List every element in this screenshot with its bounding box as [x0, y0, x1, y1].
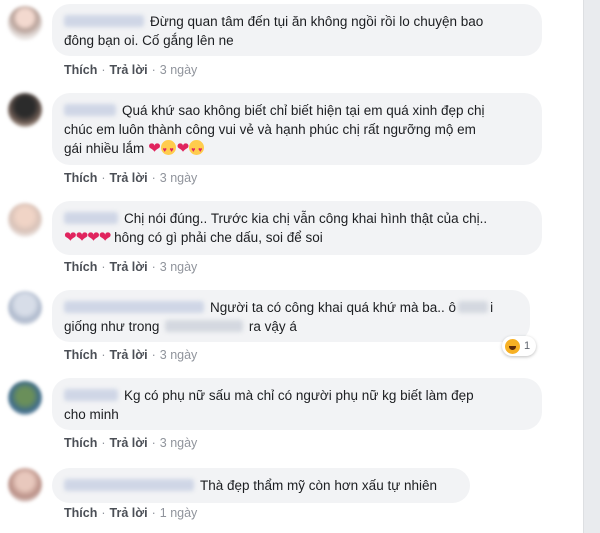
separator: · [151, 436, 156, 450]
comment-text-line: Người ta có công khai quá khứ mà ba.. ô [210, 300, 457, 315]
comment-text-line: đông bạn oi. Cố gắng lên ne [64, 33, 234, 48]
comment-actions: Thích · Trả lời · 3 ngày [64, 171, 197, 185]
reply-link[interactable]: Trả lời [110, 348, 148, 362]
avatar[interactable] [8, 291, 42, 325]
comment-timestamp[interactable]: 3 ngày [160, 436, 198, 450]
comment-text-line: Quá khứ sao không biết chỉ biết hiện tại… [122, 103, 485, 118]
comment-text-line: hông có gì phải che dấu, soi để soi [114, 230, 323, 245]
comment-text-line: giống như trong [64, 319, 160, 334]
separator: · [151, 63, 156, 77]
comment-text-line: Chị nói đúng.. Trước kia chị vẫn công kh… [124, 211, 488, 226]
comment-actions: Thích · Trả lời · 3 ngày [64, 63, 197, 77]
comment-text-line: gái nhiều lắm [64, 141, 145, 156]
comment-bubble: Quá khứ sao không biết chỉ biết hiện tại… [52, 93, 542, 165]
like-link[interactable]: Thích [64, 506, 97, 520]
reaction-count: 1 [524, 340, 531, 352]
author-name-blurred[interactable] [64, 104, 116, 116]
avatar[interactable] [8, 93, 42, 127]
like-link[interactable]: Thích [64, 260, 97, 274]
comment-timestamp[interactable]: 3 ngày [160, 348, 198, 362]
heart-icon: ❤ [176, 140, 190, 157]
heart-eyes-emoji-icon [160, 140, 176, 160]
reply-link[interactable]: Trả lời [110, 436, 148, 450]
reply-link[interactable]: Trả lời [110, 63, 148, 77]
heart-icon: ❤ [148, 140, 161, 157]
redacted-text [458, 301, 489, 313]
comment-bubble: Người ta có công khai quá khứ mà ba.. ô i… [52, 290, 530, 342]
author-name-blurred[interactable] [64, 15, 144, 27]
avatar[interactable] [8, 468, 42, 502]
avatar[interactable] [8, 203, 42, 237]
reply-link[interactable]: Trả lời [110, 171, 148, 185]
comment-timestamp[interactable]: 3 ngày [160, 171, 198, 185]
author-name-blurred[interactable] [64, 389, 118, 401]
separator: · [101, 63, 106, 77]
comment-actions: Thích · Trả lời · 3 ngày [64, 436, 197, 450]
heart-eyes-emoji-icon [189, 140, 205, 160]
comment-timestamp[interactable]: 3 ngày [160, 63, 198, 77]
comment-actions: Thích · Trả lời · 3 ngày [64, 348, 197, 362]
author-name-blurred[interactable] [64, 301, 204, 313]
comment-timestamp[interactable]: 1 ngày [160, 506, 198, 520]
heart-icon: ❤ [98, 229, 112, 246]
avatar[interactable] [8, 6, 42, 40]
separator: · [101, 171, 106, 185]
like-link[interactable]: Thích [64, 63, 97, 77]
comment-text-line: i [490, 300, 494, 315]
comment-bubble: Thà đẹp thẩm mỹ còn hơn xấu tự nhiên [52, 468, 470, 503]
separator: · [101, 260, 106, 274]
heart-icon: ❤ [87, 229, 100, 246]
comment-timestamp[interactable]: 3 ngày [160, 260, 198, 274]
heart-icon: ❤ [75, 229, 89, 246]
comment-bubble: Kg có phụ nữ sấu mà chỉ có người phụ nữ … [52, 378, 542, 430]
comment-text-line: cho minh [64, 407, 119, 422]
separator: · [151, 348, 156, 362]
comment-text-line: chúc em luôn thành công vui vẻ và hạnh p… [64, 122, 476, 137]
haha-reaction-icon [505, 338, 520, 354]
separator: · [101, 506, 106, 520]
comment-text-line: ra vậy á [248, 319, 297, 334]
comment-actions: Thích · Trả lời · 3 ngày [64, 260, 197, 274]
separator: · [151, 260, 156, 274]
separator: · [101, 348, 106, 362]
author-name-blurred[interactable] [64, 479, 194, 491]
comment-text-line: Kg có phụ nữ sấu mà chỉ có người phụ nữ … [124, 388, 474, 403]
separator: · [151, 171, 156, 185]
author-name-blurred[interactable] [64, 212, 118, 224]
scrollbar-track[interactable] [583, 0, 600, 533]
comment-actions: Thích · Trả lời · 1 ngày [64, 506, 197, 520]
avatar[interactable] [8, 381, 42, 415]
comment-bubble: Chị nói đúng.. Trước kia chị vẫn công kh… [52, 201, 542, 255]
like-link[interactable]: Thích [64, 348, 97, 362]
like-link[interactable]: Thích [64, 171, 97, 185]
comment-text-line: Thà đẹp thẩm mỹ còn hơn xấu tự nhiên [200, 478, 438, 493]
reply-link[interactable]: Trả lời [110, 506, 148, 520]
comment-text-line: Đừng quan tâm đến tụi ăn không ngồi rồi … [150, 14, 484, 29]
comment-bubble: Đừng quan tâm đến tụi ăn không ngồi rồi … [52, 4, 542, 56]
reply-link[interactable]: Trả lời [110, 260, 148, 274]
reaction-summary[interactable]: 1 [502, 336, 537, 356]
like-link[interactable]: Thích [64, 436, 97, 450]
redacted-text [165, 320, 244, 332]
separator: · [151, 506, 156, 520]
heart-icon: ❤ [64, 229, 77, 246]
separator: · [101, 436, 106, 450]
